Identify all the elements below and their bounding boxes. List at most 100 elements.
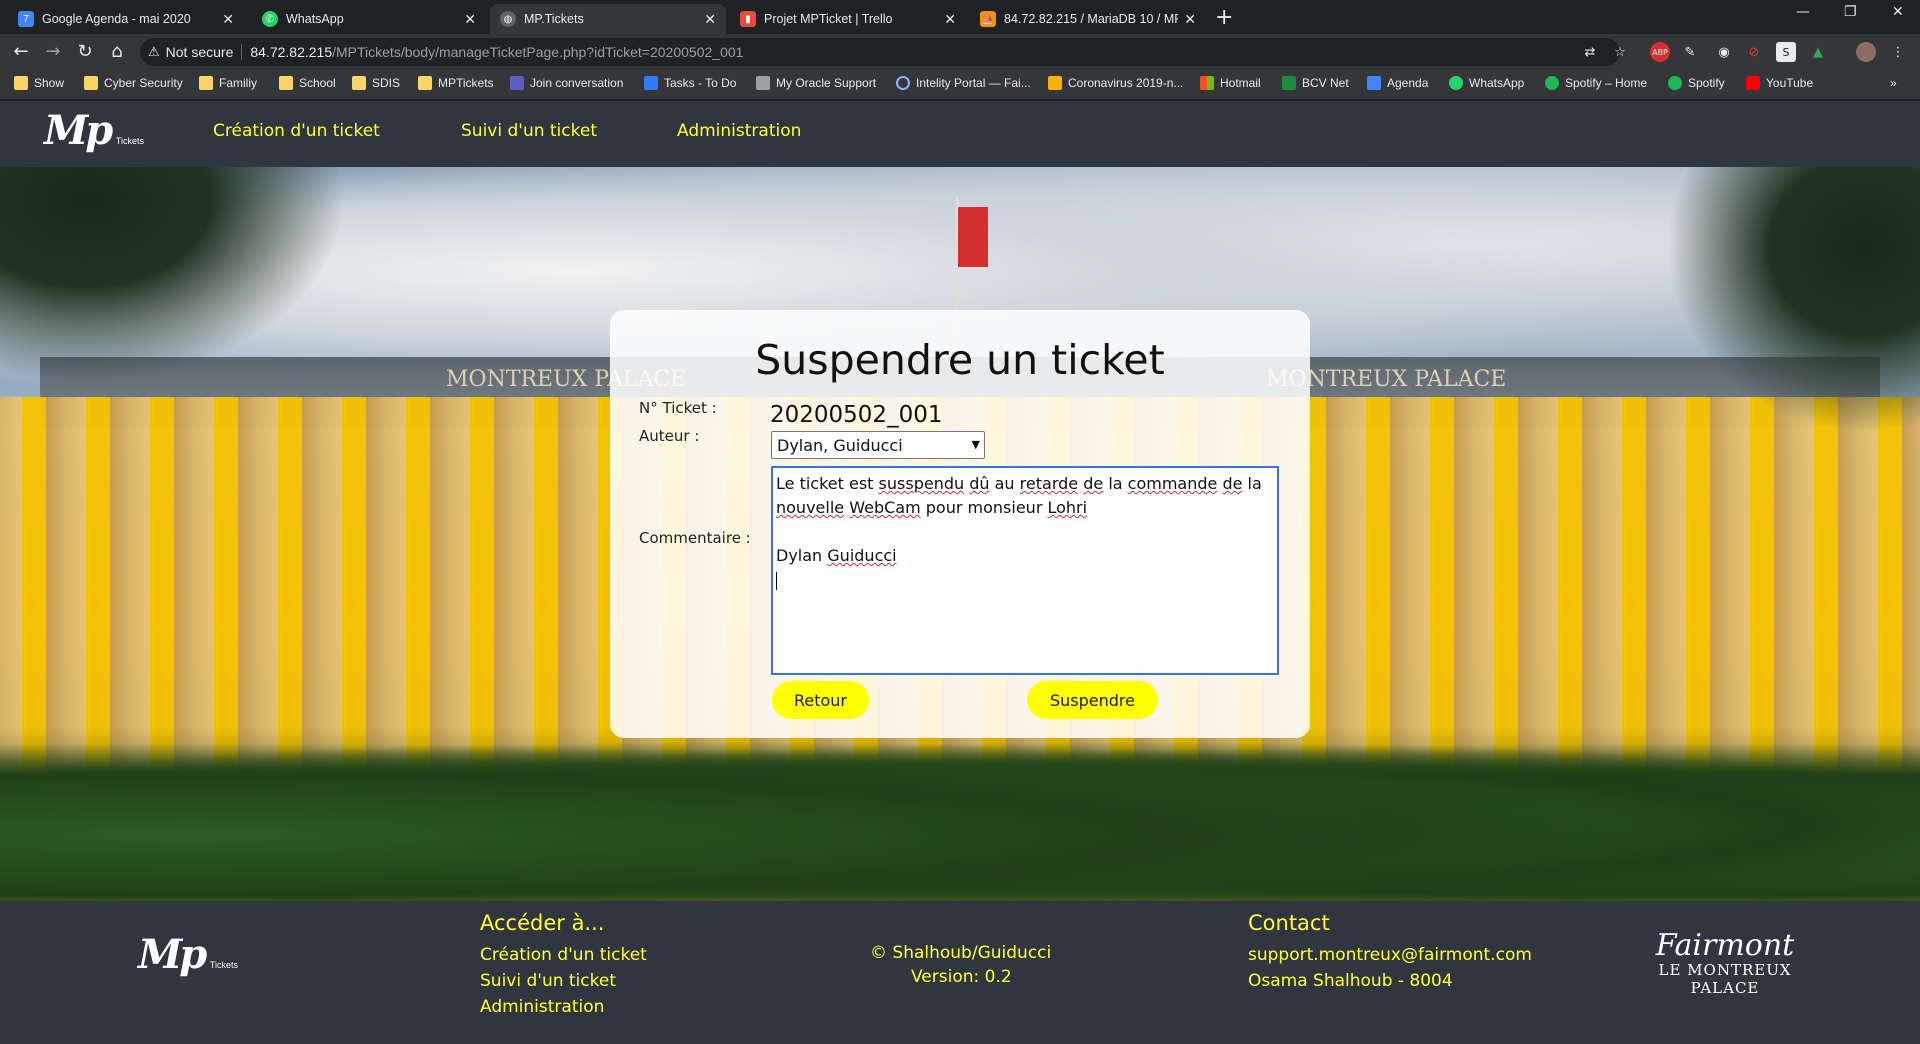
bookmark-item[interactable]: YouTube	[1746, 76, 1813, 90]
browser-tab[interactable]: ✆ WhatsApp ✕	[252, 4, 486, 34]
form-title: Suspendre un ticket	[755, 336, 1165, 384]
close-tab-icon[interactable]: ✕	[944, 11, 956, 28]
site-logo[interactable]: Mp Tickets	[44, 107, 144, 154]
bookmarks-bar: Show Cyber Security Familiy School SDIS …	[0, 70, 1920, 100]
palm-left	[0, 167, 380, 407]
bookmark-item[interactable]: SDIS	[352, 76, 400, 90]
bookmark-star-icon[interactable]: ☆	[1610, 42, 1630, 62]
footer-logo[interactable]: Mp Tickets	[138, 931, 238, 978]
nav-track-ticket[interactable]: Suivi d'un ticket	[461, 121, 597, 141]
youtube-icon	[1746, 76, 1760, 90]
browser-tab[interactable]: 7 Google Agenda - mai 2020 ✕	[8, 4, 244, 34]
browser-tab[interactable]: ⛵ 84.72.82.215 / MariaDB 10 / MPT ✕	[970, 4, 1206, 34]
bookmark-item[interactable]: Familiy	[199, 76, 257, 90]
todo-icon	[644, 76, 658, 90]
browser-tab-active[interactable]: ◍ MP.Tickets ✕	[490, 4, 726, 34]
close-tab-icon[interactable]: ✕	[1184, 11, 1196, 28]
bookmark-item[interactable]: MPTickets	[418, 76, 494, 90]
bookmark-item[interactable]: Hotmail	[1200, 76, 1261, 90]
bookmark-label: Coronavirus 2019-n...	[1068, 76, 1184, 90]
s-extension-icon[interactable]: S	[1776, 42, 1796, 62]
bookmark-item[interactable]: School	[279, 76, 336, 90]
nav-administration[interactable]: Administration	[677, 121, 801, 141]
fairmont-script: Fairmont	[1655, 928, 1795, 963]
tab-title: 84.72.82.215 / MariaDB 10 / MPT	[1004, 12, 1179, 26]
reload-icon[interactable]: ↻	[74, 41, 96, 62]
bookmark-label: Cyber Security	[104, 76, 183, 90]
back-icon[interactable]: ←	[10, 41, 32, 62]
bookmark-label: YouTube	[1766, 76, 1814, 90]
bookmark-label: BCV Net	[1302, 76, 1349, 90]
spotify-icon	[1668, 76, 1682, 90]
spotify-icon	[1545, 76, 1559, 90]
footer-copyright: © Shalhoub/Guiducci	[870, 943, 1052, 963]
bookmark-item[interactable]: Join conversation	[510, 76, 623, 90]
bookmark-label: Spotify	[1688, 76, 1725, 90]
author-select[interactable]: Dylan, Guiducci ▼	[771, 431, 985, 459]
footer-version: Version: 0.2	[911, 967, 1012, 987]
close-tab-icon[interactable]: ✕	[704, 11, 716, 28]
bookmark-item[interactable]: Coronavirus 2019-n...	[1048, 76, 1183, 90]
bookmark-label: Spotify – Home	[1565, 76, 1648, 90]
logo-subtext: Tickets	[209, 960, 238, 970]
security-label[interactable]: Not secure	[166, 44, 234, 60]
menu-icon[interactable]: ⋮	[1888, 42, 1908, 62]
pen-extension-icon[interactable]: ✎	[1680, 42, 1700, 62]
spinner-icon	[896, 76, 910, 90]
bookmark-label: My Oracle Support	[776, 76, 877, 90]
forward-icon[interactable]: →	[42, 41, 64, 62]
trello-icon: ▮	[740, 11, 756, 27]
restore-icon[interactable]: ❐	[1844, 4, 1857, 20]
phpmyadmin-icon: ⛵	[980, 11, 996, 27]
bookmark-item[interactable]: Tasks - To Do	[644, 76, 736, 90]
author-selected-value: Dylan, Guiducci	[777, 436, 903, 455]
comment-textarea[interactable]: Le ticket est susspendu dû au retarde de…	[771, 466, 1279, 675]
bookmark-label: WhatsApp	[1469, 76, 1525, 90]
footer-link-track-ticket[interactable]: Suivi d'un ticket	[480, 971, 616, 991]
footer-link-administration[interactable]: Administration	[480, 997, 604, 1017]
bookmark-label: Hotmail	[1220, 76, 1261, 90]
arrow-extension-icon[interactable]: ▲	[1808, 42, 1828, 62]
close-tab-icon[interactable]: ✕	[222, 11, 234, 28]
calendar-icon	[1367, 76, 1381, 90]
teams-icon	[510, 76, 524, 90]
bookmark-item[interactable]: Agenda	[1367, 76, 1428, 90]
footer-link-create-ticket[interactable]: Création d'un ticket	[480, 945, 647, 965]
logo-subtext: Tickets	[115, 136, 144, 146]
site-footer: Mp Tickets Accéder à... Création d'un ti…	[0, 901, 1920, 1044]
tab-title: Google Agenda - mai 2020	[42, 12, 191, 26]
home-icon[interactable]: ⌂	[106, 41, 128, 62]
site-header: Mp Tickets Création d'un ticket Suivi d'…	[0, 101, 1920, 167]
bookmark-item[interactable]: Intelity Portal — Fai...	[896, 76, 1031, 90]
new-tab-button[interactable]: +	[1215, 5, 1233, 30]
adblock-icon[interactable]: ABP	[1650, 42, 1670, 62]
bank-icon	[1282, 76, 1296, 90]
bookmark-item[interactable]: Cyber Security	[84, 76, 183, 90]
translate-icon[interactable]: ⇄	[1580, 42, 1600, 62]
bookmark-item[interactable]: BCV Net	[1282, 76, 1349, 90]
footer-contact-title: Contact	[1248, 911, 1330, 935]
bookmarks-overflow-icon[interactable]: »	[1890, 76, 1897, 90]
bookmark-item[interactable]: Spotify	[1668, 76, 1725, 90]
bookmark-item[interactable]: Show	[14, 76, 64, 90]
url-host: 84.72.82.215	[250, 44, 333, 60]
block-extension-icon[interactable]: ⊘	[1744, 42, 1764, 62]
warning-icon[interactable]: ⚠	[148, 44, 160, 60]
footer-contact-email[interactable]: support.montreux@fairmont.com	[1248, 945, 1532, 965]
circle-extension-icon[interactable]: ◉	[1714, 42, 1734, 62]
close-window-icon[interactable]: ✕	[1892, 4, 1904, 20]
bookmark-item[interactable]: My Oracle Support	[756, 76, 876, 90]
minimize-icon[interactable]: —	[1796, 4, 1810, 20]
suspend-button[interactable]: Suspendre	[1027, 681, 1158, 719]
bookmark-item[interactable]: Spotify – Home	[1545, 76, 1647, 90]
globe-icon: ◍	[500, 11, 516, 27]
comment-label: Commentaire :	[639, 529, 751, 547]
browser-tab[interactable]: ▮ Projet MPTicket | Trello ✕	[730, 4, 966, 34]
back-button[interactable]: Retour	[772, 681, 869, 719]
close-tab-icon[interactable]: ✕	[464, 11, 476, 28]
nav-create-ticket[interactable]: Création d'un ticket	[213, 121, 380, 141]
bookmark-item[interactable]: WhatsApp	[1449, 76, 1524, 90]
address-bar[interactable]: ⚠ Not secure 84.72.82.215/MPTickets/body…	[140, 38, 1620, 66]
trees	[0, 727, 1920, 901]
avatar[interactable]	[1856, 42, 1876, 62]
